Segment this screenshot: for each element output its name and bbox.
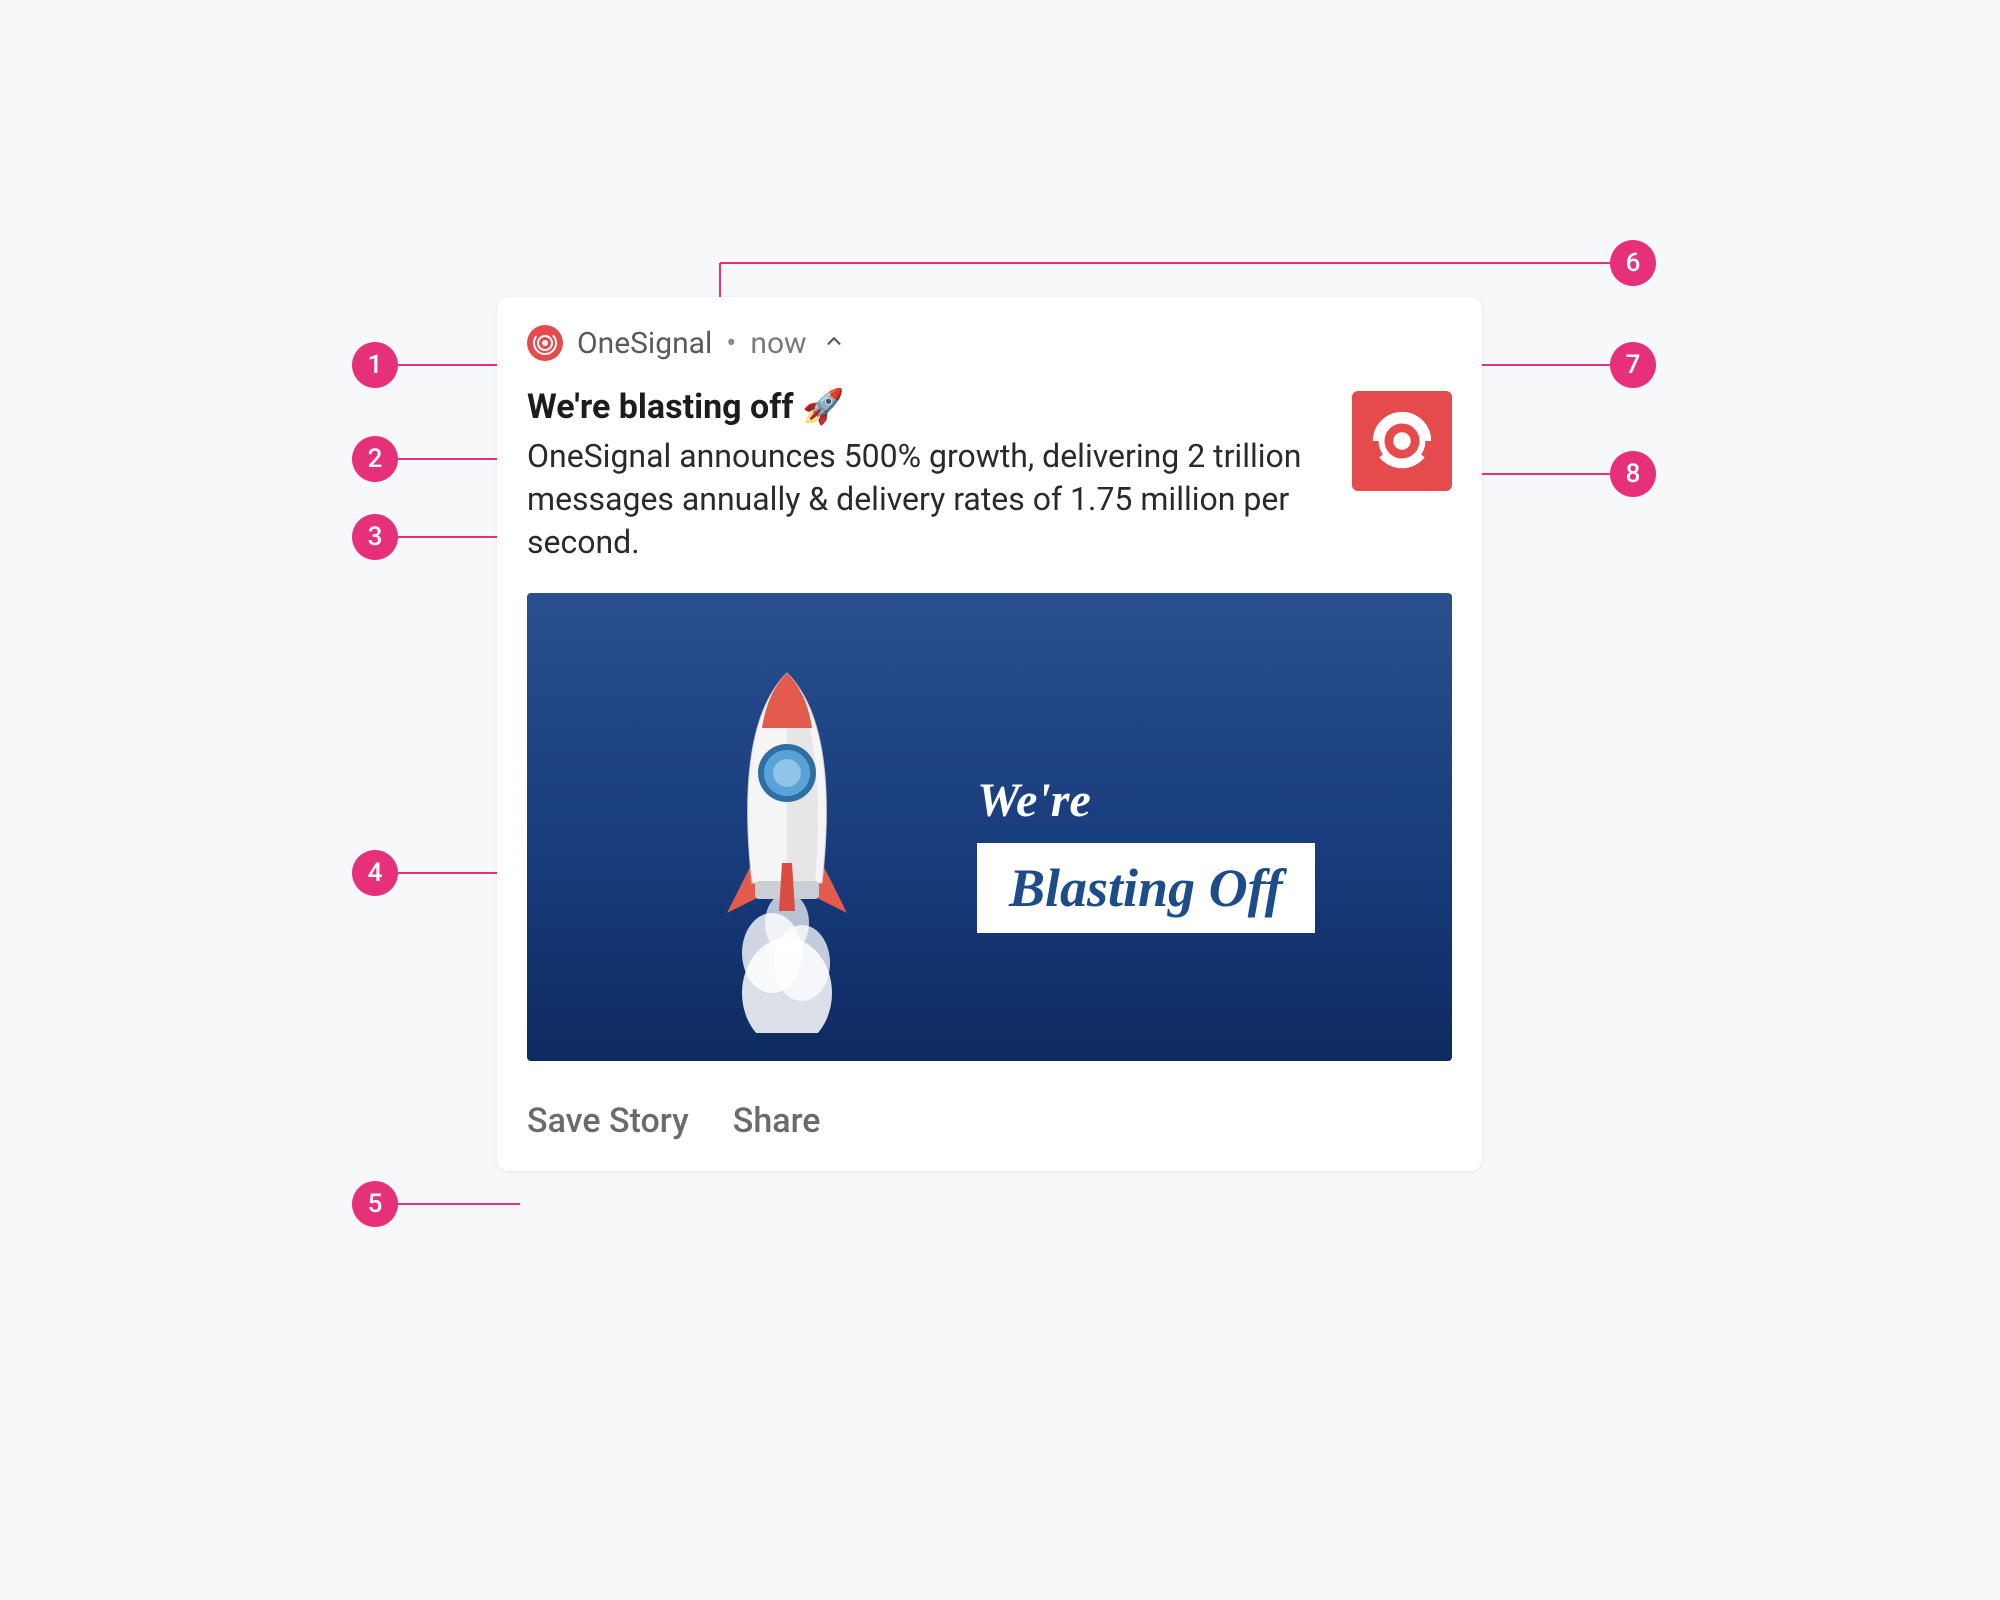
notification-time: now (750, 326, 806, 361)
callout-8: 8 (1610, 451, 1656, 497)
big-picture-text-line1: We're (977, 773, 1091, 828)
notification-title: We're blasting off 🚀 (527, 387, 1330, 427)
callout-4: 4 (352, 850, 398, 896)
large-icon (1352, 391, 1452, 491)
small-icon (527, 325, 563, 361)
callout-3: 3 (352, 514, 398, 560)
app-name: OneSignal (577, 326, 712, 361)
big-picture-text-line2: Blasting Off (1009, 858, 1283, 918)
chevron-up-icon[interactable] (823, 330, 845, 356)
callout-7: 7 (1610, 342, 1656, 388)
separator-dot: • (726, 326, 736, 361)
action-buttons-row: Save Story Share (527, 1101, 1452, 1141)
save-story-button[interactable]: Save Story (527, 1101, 689, 1141)
big-picture-text-box: Blasting Off (977, 843, 1315, 933)
callout-5: 5 (352, 1181, 398, 1227)
callout-1: 1 (352, 342, 398, 388)
callout-2: 2 (352, 436, 398, 482)
share-button[interactable]: Share (733, 1101, 821, 1141)
callout-6: 6 (1610, 240, 1656, 286)
notification-header: OneSignal • now (527, 325, 1452, 361)
notification-message: OneSignal announces 500% growth, deliver… (527, 435, 1330, 565)
big-picture: We're Blasting Off (527, 593, 1452, 1061)
notification-card[interactable]: OneSignal • now We're blasting off 🚀 One… (497, 297, 1482, 1171)
rocket-icon (697, 653, 877, 1033)
